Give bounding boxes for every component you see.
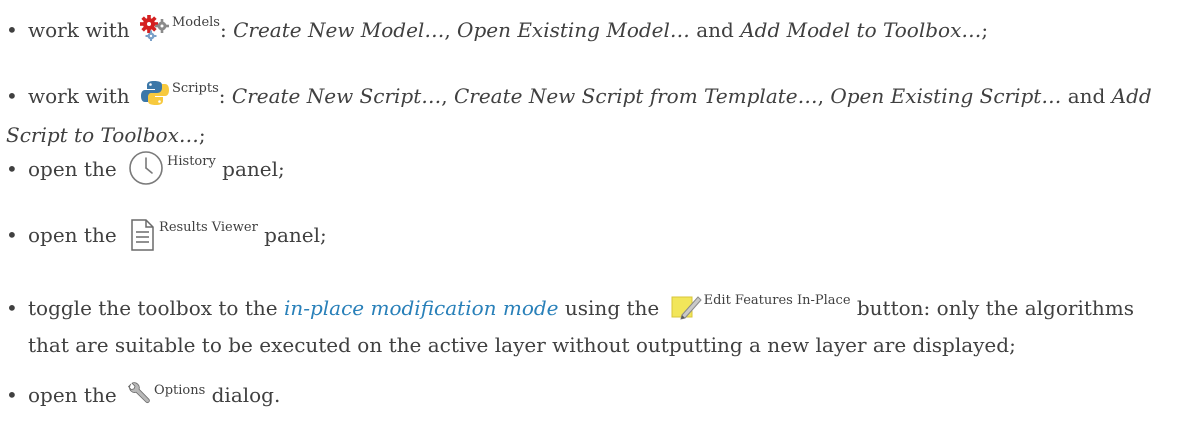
history-clock-icon [127, 150, 165, 197]
item-lead: open the [28, 157, 117, 181]
results-viewer-label: Results Viewer [159, 220, 258, 235]
bullet: • [6, 84, 18, 108]
results-viewer-icon [127, 218, 157, 263]
item-tail: panel; [264, 223, 327, 247]
comma: , [441, 84, 448, 108]
bullet: • [6, 383, 18, 407]
action-create-new-script: Create New Script… [231, 84, 442, 108]
bullet: • [6, 296, 18, 320]
item-lead: open the [28, 223, 117, 247]
action-create-new-model: Create New Model… [233, 18, 445, 42]
and-word: and [1067, 84, 1106, 108]
item-tail: dialog. [211, 383, 281, 407]
semicolon: ; [981, 18, 989, 42]
list-item: • open the Options dialog. [6, 373, 1166, 415]
scripts-label: Scripts [172, 81, 219, 96]
edit-features-in-place-icon [670, 293, 702, 332]
edit-features-in-place-label: Edit Features In-Place [703, 293, 851, 308]
comma: , [817, 84, 824, 108]
action-add-model-to-toolbox: Add Model to Toolbox… [740, 18, 982, 42]
options-label: Options [154, 383, 206, 398]
list-item: • open the History panel; [6, 144, 1166, 197]
models-icon [140, 15, 170, 52]
bullet: • [6, 223, 18, 247]
item-tail: panel; [222, 157, 285, 181]
models-label: Models [172, 15, 220, 30]
in-place-modification-mode-link[interactable]: in-place modification mode [284, 296, 559, 320]
action-create-new-script-from-template: Create New Script from Template… [453, 84, 818, 108]
list-item: • work with Models: Create New Model…, O… [6, 5, 1166, 52]
options-wrench-icon [127, 380, 151, 415]
document-body: • work with Models: Create New Model…, O… [0, 0, 1181, 423]
list-item: • work with Scripts: Create New Script…, … [6, 71, 1166, 153]
action-open-existing-model: Open Existing Model… [457, 18, 690, 42]
bullet: • [6, 157, 18, 181]
item-lead: work with [28, 84, 130, 108]
sep: : [219, 18, 227, 42]
list-item: • toggle the toolbox to the in-place modi… [6, 283, 1166, 363]
item-lead: toggle the toolbox to the [28, 296, 278, 320]
list-item: • open the Results Viewer panel; [6, 210, 1166, 263]
history-label: History [167, 154, 216, 169]
comma: , [444, 18, 451, 42]
action-open-existing-script: Open Existing Script… [830, 84, 1062, 108]
item-tail-2: that are suitable to be executed on the … [28, 333, 1016, 357]
python-scripts-icon [140, 79, 170, 118]
and-word: and [696, 18, 734, 42]
sep: : [218, 84, 226, 108]
item-tail-1: button: only the algorithms [856, 296, 1135, 320]
item-mid: using the [564, 296, 660, 320]
bullet: • [6, 18, 18, 42]
item-lead: work with [28, 18, 130, 42]
item-lead: open the [28, 383, 117, 407]
